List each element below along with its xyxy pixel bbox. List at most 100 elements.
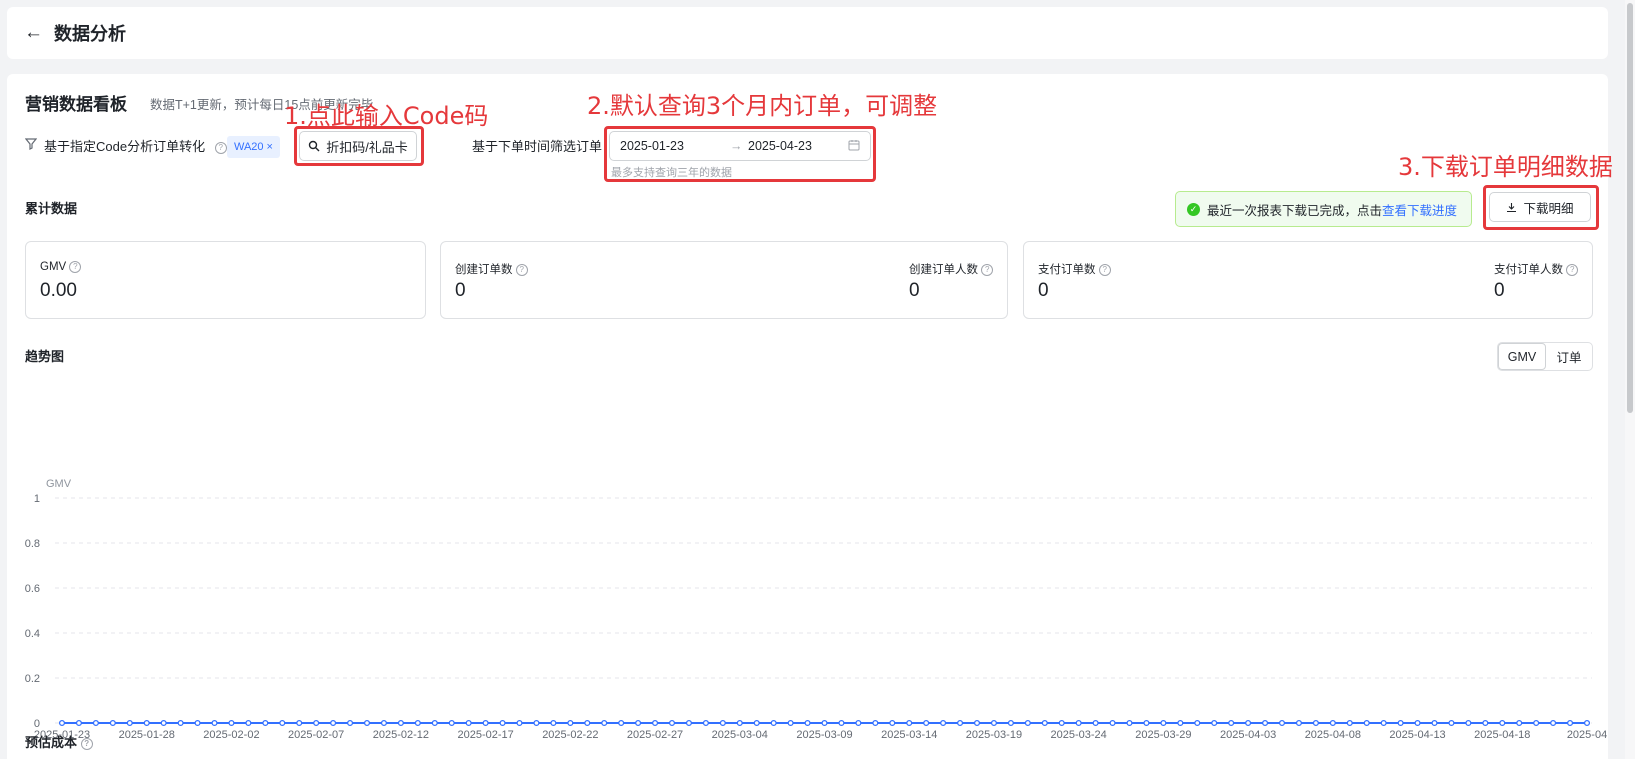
data-point [1329, 719, 1336, 727]
data-point [889, 719, 896, 727]
data-point [296, 719, 303, 727]
gmv-label-text: GMV [40, 261, 67, 274]
data-point [1177, 719, 1184, 727]
help-icon[interactable]: ? [214, 141, 227, 154]
data-point [228, 719, 235, 727]
x-tick-label: 2025-04-18 [1474, 729, 1530, 741]
help-icon[interactable]: ? [69, 261, 82, 273]
scrollbar-thumb[interactable] [1627, 3, 1633, 413]
data-point [668, 719, 676, 727]
data-point [1278, 719, 1286, 727]
data-point [465, 719, 472, 727]
x-tick-label: 2025-03-04 [712, 729, 768, 741]
data-point [601, 719, 608, 727]
paid-users-value: 0 [1494, 280, 1505, 301]
notice-text: 最近一次报表下载已完成，点击 [1207, 203, 1383, 218]
data-point [499, 719, 506, 727]
view-progress-link[interactable]: 查看下载进度 [1382, 204, 1457, 218]
tab-gmv[interactable]: GMV [1498, 343, 1546, 370]
data-point [1024, 719, 1031, 727]
paid-orders-value: 0 [1038, 280, 1049, 301]
data-point [1160, 719, 1167, 727]
x-tick-label: 2025-04-08 [1305, 729, 1361, 741]
x-tick-label: 2025-04 [1567, 729, 1607, 741]
data-point [1143, 719, 1150, 727]
data-point [414, 719, 421, 727]
created-orders-label-text: 创建订单数 [455, 264, 513, 276]
data-point [1567, 719, 1574, 727]
range-arrow-icon: → [730, 139, 743, 153]
data-point [177, 719, 184, 727]
tab-orders[interactable]: 订单 [1546, 343, 1592, 370]
data-point [1431, 719, 1438, 727]
help-icon[interactable]: ? [515, 263, 528, 276]
data-point [550, 719, 557, 727]
x-tick-label: 2025-04-03 [1220, 729, 1276, 741]
x-tick-label: 2025-02-17 [457, 729, 513, 741]
data-point [92, 719, 99, 727]
data-point [482, 719, 489, 727]
x-tick-label: 2025-03-09 [796, 729, 852, 741]
back-arrow-icon[interactable]: ← [24, 22, 48, 44]
code-select-button[interactable]: 折扣码/礼品卡 [299, 131, 417, 161]
data-point [1550, 719, 1557, 727]
data-point [126, 719, 133, 727]
date-range-picker[interactable]: 2025-01-23 → 2025-04-23 [609, 131, 871, 161]
date-filter-label: 基于下单时间筛选订单 [472, 139, 603, 154]
x-tick-label: 2025-03-14 [881, 729, 937, 741]
data-point [58, 719, 66, 727]
data-point [1448, 719, 1455, 727]
gmv-card: GMV ? 0.00 [25, 241, 426, 319]
date-end-input[interactable]: 2025-04-23 [748, 139, 848, 153]
data-point [719, 719, 726, 727]
close-icon[interactable]: × [267, 141, 273, 153]
data-point [838, 719, 845, 727]
x-tick-label: 2025-04-13 [1389, 729, 1445, 741]
created-users-label-text: 创建订单人数 [909, 264, 978, 276]
data-point [1109, 719, 1116, 727]
data-point [1363, 719, 1370, 727]
help-icon[interactable]: ? [1566, 263, 1579, 276]
trend-chart: GMV10.80.60.40.202025-01-23 2025-01-28 202… [25, 478, 1607, 741]
data-point [635, 719, 642, 727]
data-point [1041, 719, 1048, 727]
data-point [160, 719, 167, 727]
data-point [1533, 719, 1540, 727]
data-point [1295, 719, 1302, 727]
main-panel: 营销数据看板 数据T+1更新，预计每日15点前更新完毕 基于指定Code分析订单… [7, 74, 1613, 759]
help-icon[interactable]: ? [80, 737, 93, 750]
data-point [143, 719, 150, 727]
date-start-input[interactable]: 2025-01-23 [620, 139, 730, 153]
code-tag: WA20 × [227, 136, 280, 158]
x-tick-label: 2025-03-24 [1051, 729, 1107, 741]
data-point [736, 719, 743, 727]
board-title: 营销数据看板 [25, 95, 127, 114]
data-point [533, 719, 540, 727]
help-icon[interactable]: ? [1098, 263, 1111, 276]
data-point [821, 719, 828, 727]
data-point [380, 719, 387, 727]
created-users-value: 0 [909, 280, 920, 301]
data-point [109, 719, 116, 727]
data-point [1092, 719, 1099, 727]
data-point [584, 719, 591, 727]
page-title: 数据分析 [54, 24, 126, 44]
y-tick-label: 0.2 [25, 673, 40, 685]
data-point [1465, 719, 1472, 727]
data-point [1397, 719, 1404, 727]
download-detail-button[interactable]: 下载明细 [1489, 192, 1591, 222]
data-point [75, 719, 82, 727]
paid-orders-label-text: 支付订单数 [1038, 264, 1096, 276]
data-point [1075, 719, 1082, 727]
help-icon[interactable]: ? [981, 263, 994, 276]
data-point [1499, 719, 1506, 727]
data-point [940, 719, 947, 727]
data-point [516, 719, 523, 727]
page-header: ← 数据分析 [7, 7, 1608, 59]
check-circle-icon: ✓ [1187, 202, 1200, 216]
data-point [567, 719, 574, 727]
annotation-3: 3.下载订单明细数据 [1398, 153, 1613, 181]
data-point [448, 719, 455, 727]
trend-title: 趋势图 [25, 349, 65, 364]
scrollbar[interactable] [1625, 0, 1635, 759]
